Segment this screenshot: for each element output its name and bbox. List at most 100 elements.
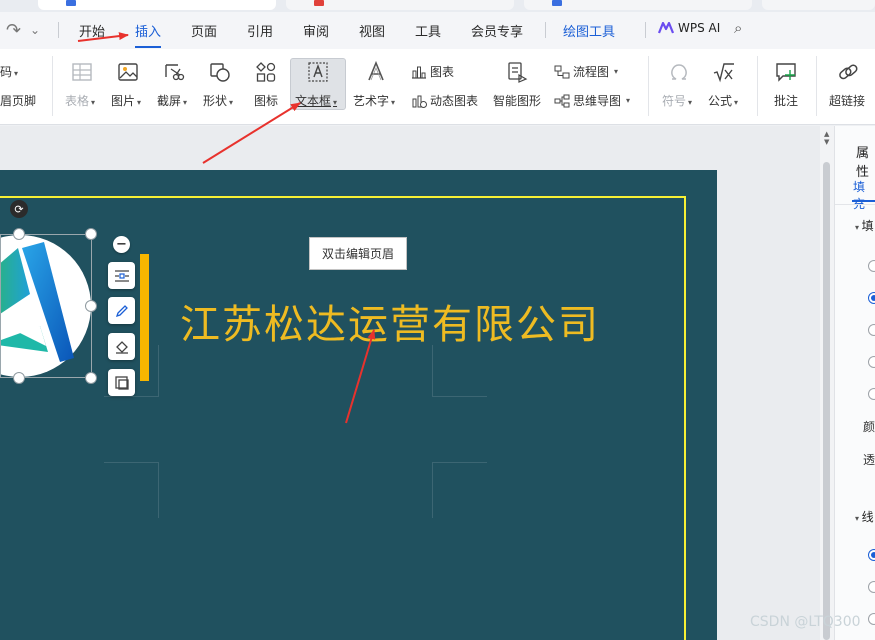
- menu-view[interactable]: 视图: [359, 21, 385, 40]
- fill-radio-option[interactable]: [868, 324, 875, 336]
- line-section-label: 线: [861, 510, 874, 524]
- dynamic-chart-icon: [412, 95, 427, 108]
- ribbon-chart-button[interactable]: 图表: [411, 63, 454, 80]
- line-radio-option[interactable]: [868, 581, 875, 593]
- ribbon-code-button[interactable]: 码 ▾: [0, 63, 18, 80]
- ribbon-symbol-label: 符号: [662, 94, 687, 108]
- ribbon-flowchart-button[interactable]: 流程图 ▾: [554, 63, 618, 80]
- document-tab[interactable]: [524, 0, 752, 10]
- line-section-toggle[interactable]: ▾ 线: [855, 508, 874, 525]
- document-tab[interactable]: [286, 0, 514, 10]
- ribbon-formula-button[interactable]: 公式 ▾: [708, 92, 738, 109]
- edit-header-tooltip: 双击编辑页眉: [309, 237, 407, 270]
- document-tab[interactable]: [762, 0, 875, 10]
- resize-handle[interactable]: [13, 372, 25, 384]
- caret-down-icon: ▾: [14, 69, 19, 78]
- rotate-handle-icon[interactable]: ⟳: [10, 200, 28, 218]
- fill-radio-option[interactable]: [868, 260, 875, 272]
- resize-handle[interactable]: [85, 228, 97, 240]
- line-radio-option-selected[interactable]: [868, 549, 875, 561]
- fill-section-toggle[interactable]: ▾ 填: [855, 217, 874, 234]
- wps-ai-button[interactable]: WPS AI: [658, 21, 720, 35]
- ribbon-textbox-button[interactable]: 文本框 ▾: [295, 92, 337, 109]
- collapse-toolbar-icon[interactable]: −: [113, 236, 130, 253]
- document-icon: [552, 0, 562, 6]
- omega-icon: [671, 64, 687, 80]
- scrollbar-thumb[interactable]: [823, 162, 830, 640]
- ribbon-icon-button[interactable]: 图标: [254, 92, 278, 109]
- ribbon-smart-graphic-button[interactable]: 智能图形: [493, 92, 541, 109]
- menu-divider: [545, 22, 546, 38]
- tab-fill[interactable]: 填充: [853, 178, 875, 212]
- menu-tools[interactable]: 工具: [415, 21, 441, 40]
- caret-down-icon: ▾: [333, 98, 338, 107]
- browser-tab-strip: [0, 0, 875, 12]
- ribbon-symbol-button[interactable]: 符号 ▾: [662, 92, 692, 109]
- ribbon-hyperlink-button[interactable]: 超链接: [829, 92, 865, 109]
- vertical-scrollbar[interactable]: ▲ ▼: [820, 126, 834, 640]
- pdf-icon: [314, 0, 324, 6]
- menu-page[interactable]: 页面: [191, 21, 217, 40]
- ribbon-code-label: 码: [0, 65, 13, 79]
- crop-button[interactable]: [108, 369, 135, 396]
- mindmap-icon: [554, 94, 570, 107]
- search-icon[interactable]: ⌕: [734, 19, 742, 37]
- document-tab-active[interactable]: [38, 0, 276, 10]
- caret-down-icon: ▾: [626, 96, 631, 105]
- ribbon-picture-button[interactable]: 图片 ▾: [111, 92, 141, 109]
- ribbon-flowchart-label: 流程图: [573, 65, 610, 79]
- redo-icon[interactable]: ↷: [6, 20, 21, 41]
- menu-membership[interactable]: 会员专享: [471, 21, 523, 40]
- ribbon-wordart-button[interactable]: 艺术字 ▾: [353, 92, 395, 109]
- ribbon-shape-button[interactable]: 形状 ▾: [203, 92, 233, 109]
- crop-icon: [114, 375, 129, 390]
- text-wrap-button[interactable]: [108, 262, 135, 289]
- paint-bucket-icon: [115, 340, 128, 354]
- edit-style-button[interactable]: [108, 297, 135, 324]
- caret-down-icon: ▾: [734, 98, 739, 107]
- wordart-icon: [368, 61, 384, 81]
- ribbon-comment-button[interactable]: 批注: [774, 92, 798, 109]
- caret-down-icon: ▾: [688, 98, 693, 107]
- caret-down-icon: ▾: [91, 98, 96, 107]
- menu-home[interactable]: 开始: [79, 21, 105, 40]
- ribbon-screenshot-button[interactable]: 截屏 ▾: [157, 92, 187, 109]
- menu-reference[interactable]: 引用: [247, 21, 273, 40]
- document-icon: [66, 0, 76, 6]
- caret-down-icon: ▾: [614, 67, 619, 76]
- company-name-text[interactable]: 江苏松达运营有限公司: [180, 292, 600, 350]
- ribbon-mindmap-button[interactable]: 思维导图 ▾: [554, 92, 630, 109]
- scroll-down-icon[interactable]: ▼: [824, 138, 829, 146]
- fill-radio-option-selected[interactable]: [868, 292, 875, 304]
- menu-insert[interactable]: 插入: [135, 21, 162, 48]
- wps-ai-icon: [658, 22, 674, 34]
- fill-radio-option[interactable]: [868, 388, 875, 400]
- menu-review[interactable]: 审阅: [303, 21, 329, 40]
- flowchart-icon: [554, 65, 570, 78]
- menu-drawing-tools[interactable]: 绘图工具: [563, 21, 615, 40]
- scroll-up-icon[interactable]: ▲: [824, 130, 829, 138]
- picture-icon: [118, 63, 138, 81]
- color-label: 颜: [863, 420, 875, 434]
- menu-divider: [58, 22, 59, 38]
- ribbon-table-button[interactable]: 表格 ▾: [65, 92, 95, 109]
- chevron-down-icon[interactable]: ⌄: [30, 23, 40, 37]
- screenshot-icon: [165, 64, 185, 81]
- caret-down-icon: ▾: [391, 98, 396, 107]
- bar-chart-icon: [412, 66, 426, 79]
- ribbon-dynamic-chart-button[interactable]: 动态图表: [411, 92, 478, 109]
- resize-handle[interactable]: [85, 300, 97, 312]
- ribbon-dynamic-chart-label: 动态图表: [430, 94, 479, 108]
- link-icon: [839, 64, 858, 80]
- resize-handle[interactable]: [13, 228, 25, 240]
- fill-button[interactable]: [108, 333, 135, 360]
- line-radio-option[interactable]: [868, 613, 875, 625]
- wps-ai-label: WPS AI: [678, 21, 721, 35]
- active-tab-indicator: [852, 200, 875, 202]
- fill-radio-option[interactable]: [868, 356, 875, 368]
- resize-handle[interactable]: [85, 372, 97, 384]
- formula-icon: [713, 63, 734, 83]
- panel-divider: [835, 204, 875, 205]
- fill-section-label: 填: [861, 219, 874, 233]
- ribbon-header-footer-button[interactable]: 眉页脚: [0, 92, 36, 109]
